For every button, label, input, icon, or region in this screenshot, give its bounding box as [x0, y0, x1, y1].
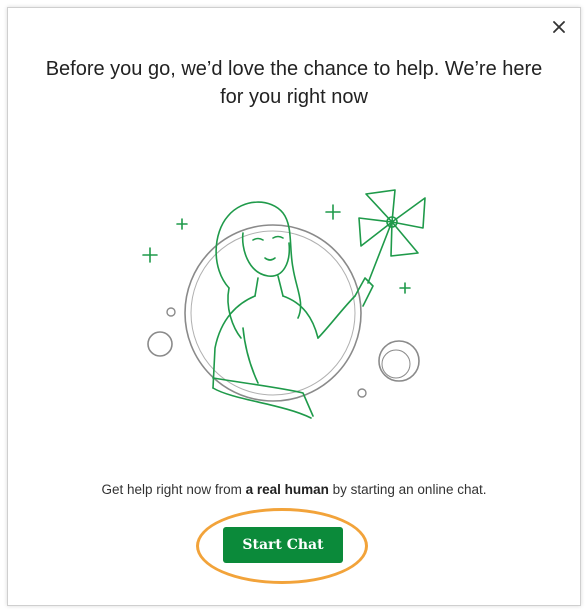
close-icon[interactable] — [553, 21, 565, 33]
small-ring-right — [378, 340, 420, 382]
help-text-emphasis: a real human — [245, 482, 329, 497]
small-dot-left — [166, 307, 176, 317]
help-text-prefix: Get help right now from — [101, 482, 246, 497]
help-text-suffix: by starting an online chat. — [328, 482, 487, 497]
plus-sign-1 — [142, 247, 158, 263]
exit-intent-modal: Before you go, we’d love the chance to h… — [7, 7, 581, 606]
help-description: Get help right now from a real human by … — [8, 482, 580, 497]
plus-sign-4 — [399, 282, 411, 294]
close-button[interactable] — [550, 18, 568, 36]
woman-with-pinwheel-illustration — [142, 189, 426, 419]
large-ring — [184, 224, 362, 402]
modal-heading: Before you go, we’d love the chance to h… — [45, 58, 543, 108]
start-chat-button[interactable]: Start Chat — [223, 527, 343, 563]
small-ring-left — [147, 331, 173, 357]
plus-sign-2 — [176, 218, 188, 230]
plus-sign-3 — [325, 204, 341, 220]
small-dot-bottom — [357, 388, 367, 398]
small-ring-right-inner — [381, 349, 411, 379]
